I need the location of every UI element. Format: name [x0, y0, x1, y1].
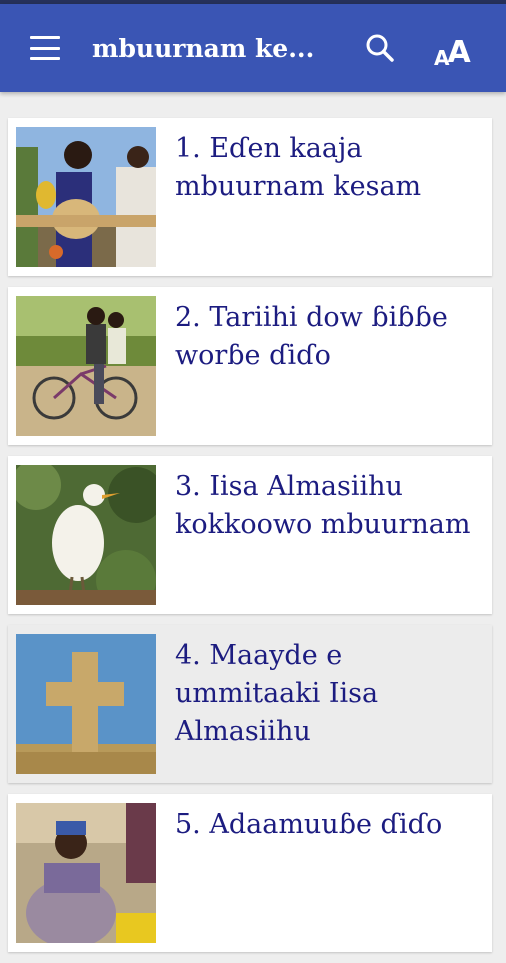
chapter-item-4[interactable]: 4. Maayde e ummitaaki Iisa Almasiihu [8, 625, 492, 783]
two-boys-on-bicycle-image [16, 296, 156, 436]
chapter-item-5[interactable]: 5. Adaamuuɓe ɗiɗo [8, 794, 492, 952]
app-title: mbuurnam ke... [92, 33, 315, 63]
menu-icon[interactable] [30, 36, 60, 60]
chapter-item-2[interactable]: 2. Tariihi dow ɓiɓɓe worɓe ɗiɗo [8, 287, 492, 445]
app-bar: mbuurnam ke... A A [0, 4, 506, 92]
people-with-gourds-image [16, 127, 156, 267]
chapter-title: 4. Maayde e ummitaaki Iisa Almasiihu [175, 640, 379, 747]
chapter-item-3[interactable]: 3. Iisa Almasiihu kokkoowo mbuurnam [8, 456, 492, 614]
chapter-list: 1. Eɗen kaaja mbuurnam kesam 2. Tariihi … [8, 118, 492, 963]
white-egret-bird-image [16, 465, 156, 605]
seated-man-turban-image [16, 803, 156, 943]
search-icon[interactable] [364, 32, 396, 64]
font-size-icon[interactable]: A A [434, 28, 476, 70]
chapter-title: 5. Adaamuuɓe ɗiɗo [175, 809, 443, 840]
stone-cross-image [16, 634, 156, 774]
chapter-item-1[interactable]: 1. Eɗen kaaja mbuurnam kesam [8, 118, 492, 276]
chapter-title: 2. Tariihi dow ɓiɓɓe worɓe ɗiɗo [175, 302, 448, 371]
chapter-title: 3. Iisa Almasiihu kokkoowo mbuurnam [175, 471, 471, 540]
chapter-title: 1. Eɗen kaaja mbuurnam kesam [175, 133, 422, 202]
font-big-glyph: A [447, 35, 471, 70]
